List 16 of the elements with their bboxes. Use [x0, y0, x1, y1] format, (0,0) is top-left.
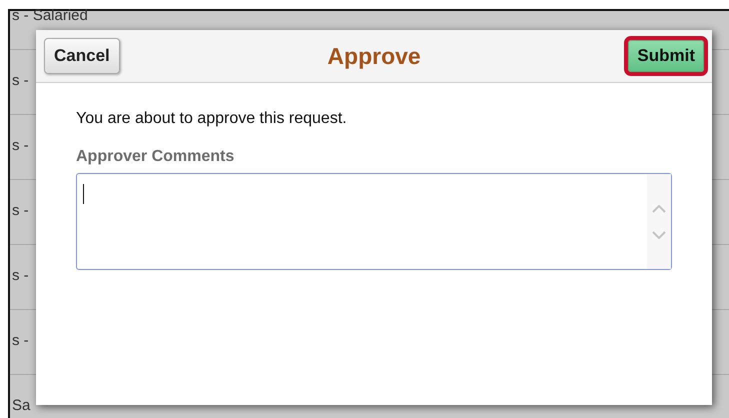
scrollbar[interactable]	[647, 174, 671, 269]
row-text: s -	[11, 72, 29, 90]
scroll-down-icon[interactable]	[652, 230, 666, 238]
row-text: s - Salaried	[11, 7, 88, 25]
row-text: s -	[11, 137, 29, 155]
dialog-title: Approve	[327, 42, 421, 71]
comments-field[interactable]	[76, 173, 672, 270]
row-text: s -	[11, 202, 29, 220]
cancel-button[interactable]: Cancel	[44, 38, 120, 74]
confirmation-message: You are about to approve this request.	[76, 109, 347, 129]
row-text: s -	[11, 332, 29, 350]
row-text: s -	[11, 267, 29, 285]
row-text: Sa	[11, 397, 30, 415]
scroll-up-icon[interactable]	[652, 204, 666, 212]
text-cursor	[83, 184, 84, 204]
comments-label: Approver Comments	[76, 147, 234, 167]
